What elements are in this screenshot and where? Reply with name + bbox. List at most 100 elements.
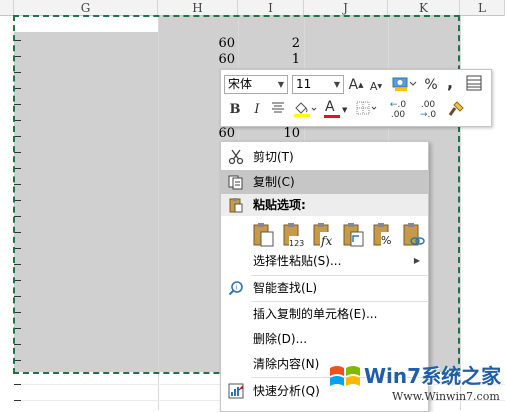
paste-values-icon[interactable]: 123 [281,222,305,248]
font-name-value: 宋体 [228,77,253,91]
font-color-letter: A [325,99,335,115]
accounting-format-button[interactable] [389,75,419,95]
menu-label-delete: 删除(D)... [253,332,308,346]
menu-item-smart-lookup[interactable]: i 智能查找(L) [221,276,428,300]
cell-dash [14,384,21,385]
column-header-i[interactable]: I [238,0,304,16]
svg-text:fx: fx [320,234,332,248]
align-center-button[interactable] [269,100,287,120]
menu-item-insert-copied[interactable]: 插入复制的单元格(E)... [221,302,428,326]
cell-dash [14,152,21,153]
cell-dash [14,312,21,313]
cell-i3[interactable]: 10 [250,126,300,142]
cell-dash [14,40,21,41]
cell-dash [14,360,21,361]
paint-bucket-icon [294,102,317,117]
cell-dash [14,88,21,89]
menu-item-copy[interactable]: 复制(C) [221,170,428,194]
active-cell[interactable] [14,16,158,32]
cell-dash [14,104,21,105]
paste-icon[interactable] [251,222,275,248]
font-color-button[interactable]: A ▼ [323,99,349,120]
bold-button[interactable]: B [227,100,243,120]
decrease-decimal-label: .00 [420,100,436,110]
menu-label-quick-analysis: 快速分析(Q) [253,384,320,398]
svg-text:123: 123 [289,239,304,248]
comma-style-button[interactable]: , [443,73,457,93]
chevron-down-icon[interactable]: ▼ [342,100,347,120]
svg-text:%: % [381,234,391,247]
paste-formulas-icon[interactable]: fx [311,222,335,248]
menu-label-paste-special: 选择性粘贴(S)... [253,254,342,268]
paste-icon [229,198,243,213]
paste-options-label: 粘贴选项: [253,198,306,212]
decrease-decimal-label-2: .0 [427,110,437,120]
format-painter-button[interactable] [445,100,467,120]
cell-dash [14,216,21,217]
watermark-url: Www.Winwin7.com [392,390,500,403]
format-table-button[interactable] [464,75,484,95]
format-painter-icon [448,101,464,116]
grow-font-button[interactable]: A▲ [348,75,364,95]
menu-label-cut: 剪切(T) [253,150,294,164]
mini-toolbar: 宋体 ▼ 11 ▼ A▲ A▼ % , B I A ▼ ←.0 .00 .00 … [220,69,492,127]
paste-transpose-icon[interactable] [341,222,365,248]
accounting-format-icon [392,77,417,91]
column-header-j[interactable]: J [304,0,388,16]
italic-button[interactable]: I [249,100,265,120]
menu-item-delete[interactable]: 删除(D)... [221,327,428,351]
grid-line [158,16,159,410]
cell-dash [14,56,21,57]
search-icon: i [228,281,243,296]
cell-i1[interactable]: 2 [250,36,300,52]
paste-options-header: 粘贴选项: [221,194,428,216]
increase-decimal-button[interactable]: ←.0 .00 [385,100,411,120]
cell-dash [14,280,21,281]
cell-dash [14,328,21,329]
percent-style-button[interactable]: % [422,75,440,95]
cell-h1[interactable]: 60 [180,36,235,52]
column-header-h[interactable]: H [158,0,238,16]
font-color-bar [324,115,340,118]
menu-label-smart-lookup: 智能查找(L) [253,281,318,295]
cell-dash [14,232,21,233]
font-name-box[interactable]: 宋体 ▼ [224,75,288,94]
watermark-brand: Win7系统之家 [364,364,502,388]
cell-h3[interactable]: 60 [180,126,235,142]
selection-top-row [158,16,460,32]
menu-item-cut[interactable]: 剪切(T) [221,145,428,169]
paste-link-icon[interactable] [401,222,425,248]
cell-dash [14,184,21,185]
windows-logo-icon [330,366,360,386]
font-size-box[interactable]: 11 ▼ [292,75,344,94]
cell-dash [14,120,21,121]
column-header-corner[interactable] [0,0,14,16]
increase-decimal-label: .0 [397,100,407,110]
table-icon [466,75,482,91]
decrease-decimal-button[interactable]: .00 →.0 [415,100,441,120]
cell-i2[interactable]: 1 [250,52,300,68]
borders-button[interactable] [355,100,381,120]
column-header-l[interactable]: L [460,0,505,16]
column-header-k[interactable]: K [388,0,460,16]
grow-font-label: A [348,77,359,93]
paste-formatting-icon[interactable]: % [371,222,395,248]
menu-label-copy: 复制(C) [253,175,295,189]
menu-label-clear-contents: 清除内容(N) [253,357,320,371]
cell-dash [14,72,21,73]
cell-dash [14,344,21,345]
chevron-down-icon[interactable]: ▼ [278,76,284,93]
menu-label-insert-copied: 插入复制的单元格(E)... [253,307,378,321]
fill-color-button[interactable] [291,100,319,120]
chevron-right-icon: ▶ [413,256,420,265]
svg-text:i: i [236,285,238,292]
cell-dash [14,200,21,201]
increase-decimal-label-2: .00 [390,110,406,120]
menu-item-paste-special[interactable]: 选择性粘贴(S)... ▶ [221,249,428,273]
align-center-icon [272,102,284,113]
cell-dash [14,264,21,265]
chevron-down-icon[interactable]: ▼ [334,76,340,93]
cell-h2[interactable]: 60 [180,52,235,68]
column-header-g[interactable]: G [14,0,158,16]
shrink-font-button[interactable]: A▼ [368,77,384,97]
